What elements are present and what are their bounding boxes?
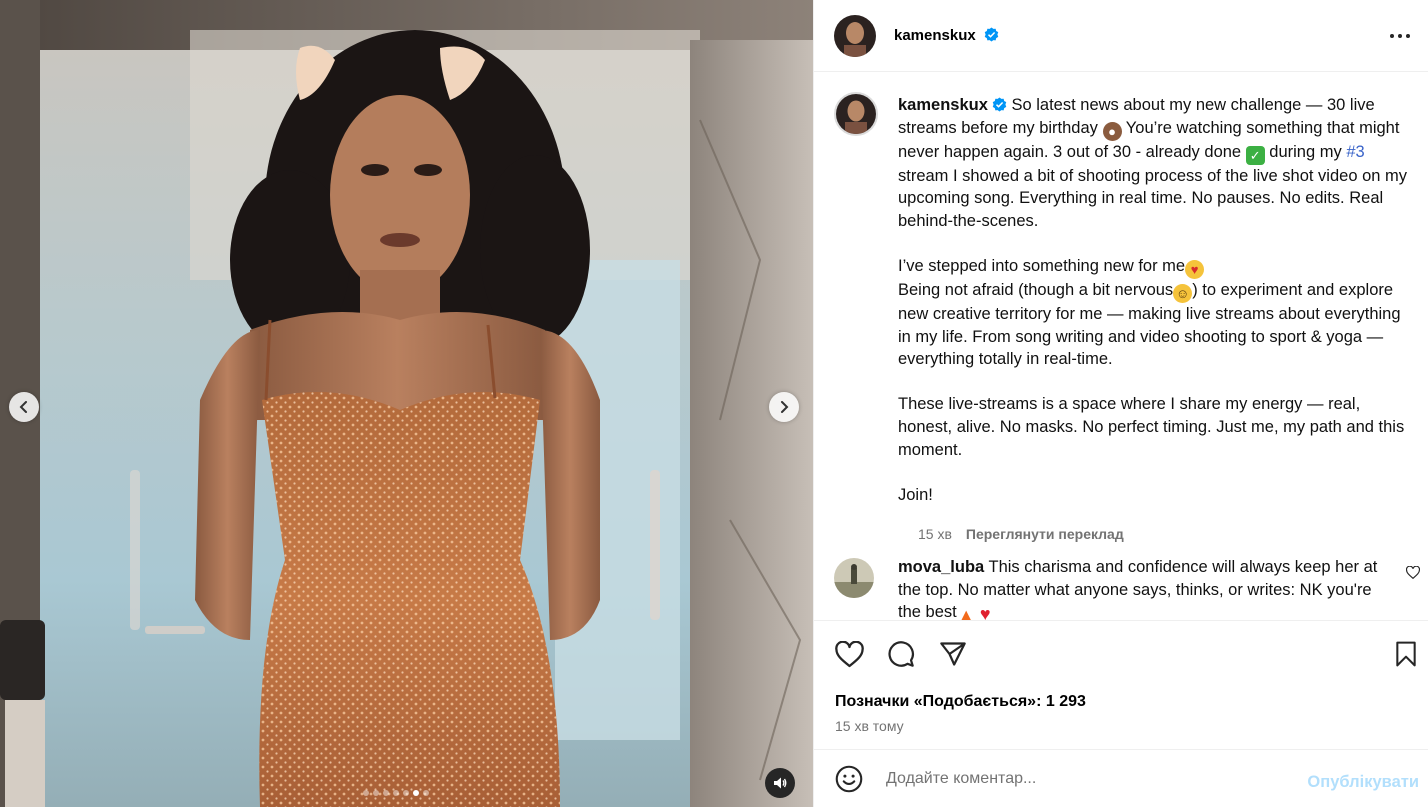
red-heart-emoji-icon: ♥	[979, 604, 991, 620]
slide-dot	[393, 790, 399, 796]
chevron-right-icon	[781, 401, 789, 413]
check-mark-icon: ✓	[1245, 145, 1265, 165]
comments-section[interactable]: kamenskux So latest news about my new ch…	[814, 73, 1428, 620]
see-translation-link[interactable]: Переглянути переклад	[966, 526, 1124, 542]
hashtag-link[interactable]: #3	[1346, 143, 1364, 161]
audio-toggle-button[interactable]	[765, 768, 795, 798]
sweat-smile-emoji-icon: ☺	[1173, 283, 1193, 303]
caption-username[interactable]: kamenskux	[898, 96, 988, 114]
post-actions: Позначки «Подобається»: 1 293 15 хв тому	[814, 620, 1428, 750]
caption-text: kamenskux So latest news about my new ch…	[898, 94, 1413, 506]
comment-bubble-icon	[888, 641, 914, 667]
heart-outline-icon	[1405, 565, 1421, 580]
bookmark-icon	[1396, 641, 1416, 667]
likes-count[interactable]: Позначки «Подобається»: 1 293	[835, 693, 1086, 711]
slide-dot	[363, 790, 369, 796]
caption-meta: 15 хв Переглянути переклад	[918, 526, 1124, 542]
caption-author-avatar[interactable]	[834, 92, 878, 136]
caption-time: 15 хв	[918, 526, 952, 542]
commenter-avatar[interactable]	[834, 558, 874, 598]
slide-dot	[403, 790, 409, 796]
verified-badge-icon	[984, 27, 999, 42]
save-button[interactable]	[1391, 639, 1421, 669]
comment-text: mova_luba This charisma and confidence w…	[898, 556, 1378, 620]
previous-slide-button[interactable]	[9, 392, 39, 422]
comment-input[interactable]	[886, 770, 1266, 788]
slide-indicator	[363, 790, 429, 796]
share-button[interactable]	[938, 639, 968, 669]
like-button[interactable]	[834, 639, 864, 669]
caption-part: stream I showed a bit of shooting proces…	[898, 166, 1408, 275]
emoji-picker-button[interactable]	[834, 764, 864, 794]
post-sidebar: kamenskux kamenskux So latest news about…	[813, 0, 1428, 807]
smiley-icon	[835, 765, 863, 793]
chevron-left-icon	[19, 401, 27, 413]
caption-part: ) to experiment and explore new creative…	[898, 280, 1405, 504]
more-options-button[interactable]	[1386, 22, 1414, 50]
slide-dot	[383, 790, 389, 796]
birthday-cake-icon: ●	[1102, 121, 1122, 141]
fire-emoji-icon: ▲	[958, 607, 975, 620]
caption-part: Being not afraid (though a bit nervous	[898, 280, 1174, 299]
caption-part: during my	[1264, 142, 1347, 161]
like-comment-button[interactable]	[1405, 565, 1421, 584]
speaker-icon	[774, 777, 787, 789]
next-slide-button[interactable]	[769, 392, 799, 422]
heart-eyes-emoji-icon: ♥	[1185, 259, 1205, 279]
slide-dot	[373, 790, 379, 796]
commenter-username[interactable]: mova_luba	[898, 558, 984, 576]
post-header: kamenskux	[814, 0, 1428, 72]
post-photo	[0, 0, 813, 807]
publish-button[interactable]: Опублікувати	[1307, 773, 1419, 792]
post-time[interactable]: 15 хв тому	[835, 718, 904, 734]
slide-dot	[413, 790, 419, 796]
more-dots-icon	[1390, 34, 1410, 38]
slide-dot	[423, 790, 429, 796]
post-media[interactable]	[0, 0, 813, 807]
verified-badge-icon	[992, 97, 1007, 112]
author-username[interactable]: kamenskux	[894, 27, 999, 44]
author-avatar[interactable]	[834, 14, 876, 57]
heart-icon	[834, 640, 864, 667]
comment-composer: Опублікувати	[814, 751, 1428, 807]
author-username-text[interactable]: kamenskux	[894, 27, 976, 44]
action-icons	[834, 639, 968, 669]
comment-button[interactable]	[886, 639, 916, 669]
send-icon	[940, 642, 966, 666]
